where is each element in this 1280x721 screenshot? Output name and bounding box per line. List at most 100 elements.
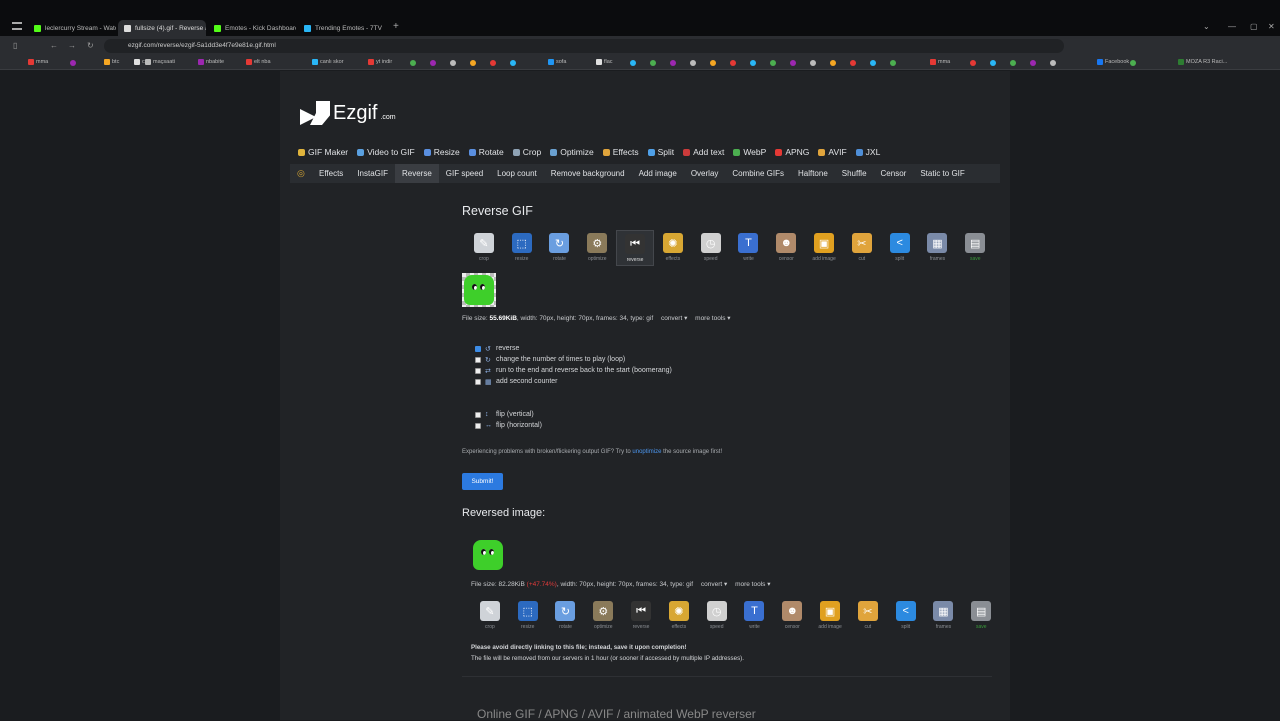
sub-nav-combine-gifs[interactable]: Combine GIFs — [725, 164, 791, 183]
bookmark-favicon-icon[interactable] — [1050, 60, 1056, 66]
browser-tab[interactable]: Trending Emotes - 7TV — [298, 20, 388, 36]
main-nav-avif[interactable]: AVIF — [818, 147, 847, 157]
bookmark-favicon-icon[interactable] — [810, 60, 816, 66]
main-nav-resize[interactable]: Resize — [423, 147, 460, 157]
back-button[interactable]: ← — [50, 41, 58, 50]
result-tool-reverse[interactable]: ⏮ reverse — [622, 598, 660, 634]
sub-nav-loop-count[interactable]: Loop count — [490, 164, 544, 183]
bookmark-favicon-icon[interactable] — [510, 60, 516, 66]
bookmark-favicon-icon[interactable] — [710, 60, 716, 66]
tool-frames[interactable]: ▦ frames — [919, 230, 957, 266]
bookmark-favicon-icon[interactable] — [430, 60, 436, 66]
tab-search-icon[interactable]: ⌄ — [1203, 22, 1210, 31]
sub-nav-static-to-gif[interactable]: Static to GIF — [913, 164, 971, 183]
tool-speed[interactable]: ◷ speed — [692, 230, 730, 266]
bookmark-favicon-icon[interactable] — [970, 60, 976, 66]
bookmark-item[interactable]: maçsaati — [145, 59, 175, 65]
option-checkbox[interactable] — [475, 378, 481, 385]
main-nav-effects[interactable]: Effects — [602, 147, 639, 157]
bookmark-item[interactable]: mma — [930, 59, 950, 65]
tool-rotate[interactable]: ↻ rotate — [541, 230, 579, 266]
sub-nav-instagif[interactable]: InstaGIF — [350, 164, 395, 183]
bookmark-favicon-icon[interactable] — [650, 60, 656, 66]
bookmark-favicon-icon[interactable] — [70, 60, 76, 66]
main-nav-video-to-gif[interactable]: Video to GIF — [357, 147, 415, 157]
sub-nav-gif-speed[interactable]: GIF speed — [439, 164, 490, 183]
bookmark-favicon-icon[interactable] — [630, 60, 636, 66]
bookmark-item[interactable]: canlı skor — [312, 59, 344, 65]
tool-reverse[interactable]: ⏮ reverse — [616, 230, 654, 266]
main-nav-gif-maker[interactable]: GIF Maker — [298, 147, 348, 157]
bookmark-item[interactable]: sofa — [548, 59, 566, 65]
tool-save[interactable]: ▤ save — [956, 230, 994, 266]
bookmark-item[interactable]: nbabite — [198, 59, 224, 65]
close-window-button[interactable]: ✕ — [1268, 22, 1275, 31]
bookmark-favicon-icon[interactable] — [870, 60, 876, 66]
option-checkbox[interactable] — [475, 356, 481, 363]
option-checkbox[interactable] — [475, 367, 481, 374]
sub-nav-censor[interactable]: Censor — [874, 164, 914, 183]
result-tool-rotate[interactable]: ↻ rotate — [547, 598, 585, 634]
unoptimize-link[interactable]: unoptimize — [632, 449, 661, 455]
submit-button[interactable]: Submit! — [462, 473, 503, 490]
bookmark-item[interactable]: btc — [104, 59, 119, 65]
bookmark-favicon-icon[interactable] — [850, 60, 856, 66]
result-tool-effects[interactable]: ✺ effects — [660, 598, 698, 634]
bookmark-item[interactable]: mma — [28, 59, 48, 65]
bookmark-favicon-icon[interactable] — [1010, 60, 1016, 66]
result-tool-crop[interactable]: ✎ crop — [471, 598, 509, 634]
sub-nav-effects[interactable]: Effects — [312, 164, 350, 183]
result-tool-add-image[interactable]: ▣ add image — [811, 598, 849, 634]
result-tool-censor[interactable]: ☻ censor — [773, 598, 811, 634]
minimize-button[interactable]: — — [1228, 22, 1236, 31]
option-checkbox[interactable] — [475, 422, 481, 429]
bookmark-item[interactable]: MOZA R3 Raci... — [1178, 59, 1227, 65]
result-tool-frames[interactable]: ▦ frames — [925, 598, 963, 634]
main-nav-split[interactable]: Split — [647, 147, 674, 157]
bookmark-item[interactable]: Facebook — [1097, 59, 1129, 65]
bookmark-favicon-icon[interactable] — [410, 60, 416, 66]
tool-optimize[interactable]: ⚙ optimize — [578, 230, 616, 266]
sub-nav-remove-background[interactable]: Remove background — [544, 164, 632, 183]
result-tool-cut[interactable]: ✂ cut — [849, 598, 887, 634]
new-tab-button[interactable]: + — [393, 21, 399, 32]
url-field[interactable]: ezgif.com/reverse/ezgif-5a1dd3e4f7e9e81e… — [104, 39, 1064, 53]
tool-write[interactable]: Twrite — [730, 230, 768, 266]
main-nav-webp[interactable]: WebP — [733, 147, 766, 157]
sidebar-toggle-icon[interactable]: ▯ — [13, 41, 17, 50]
result-tool-write[interactable]: Twrite — [736, 598, 774, 634]
tool-add-image[interactable]: ▣ add image — [805, 230, 843, 266]
sub-nav-reverse[interactable]: Reverse — [395, 164, 439, 183]
convert-dropdown[interactable]: convert ▾ — [661, 315, 687, 322]
tool-resize[interactable]: ⬚ resize — [503, 230, 541, 266]
bookmark-favicon-icon[interactable] — [890, 60, 896, 66]
option-checkbox[interactable] — [475, 411, 481, 418]
bookmark-item[interactable]: elt nba — [246, 59, 271, 65]
option-checkbox[interactable] — [475, 345, 481, 352]
bookmark-favicon-icon[interactable] — [1130, 60, 1136, 66]
bookmark-item[interactable]: yt indir — [368, 59, 392, 65]
tool-split[interactable]: < split — [881, 230, 919, 266]
tab-menu-icon[interactable] — [12, 22, 22, 30]
bookmark-favicon-icon[interactable] — [830, 60, 836, 66]
result-tool-save[interactable]: ▤ save — [962, 598, 1000, 634]
result-convert-dropdown[interactable]: convert ▾ — [701, 581, 727, 588]
reload-button[interactable]: ↻ — [87, 41, 94, 50]
browser-tab[interactable]: fullsize (4).gif - Reverse ani✕ — [118, 20, 206, 36]
bookmark-favicon-icon[interactable] — [690, 60, 696, 66]
forward-button[interactable]: → — [68, 41, 76, 50]
tool-crop[interactable]: ✎ crop — [465, 230, 503, 266]
site-logo[interactable]: Ezgif .com — [300, 101, 396, 125]
browser-tab[interactable]: Emotes - Kick Dashboard — [208, 20, 296, 36]
result-more-tools-dropdown[interactable]: more tools ▾ — [735, 581, 770, 588]
sub-nav-overlay[interactable]: Overlay — [684, 164, 726, 183]
sub-nav-shuffle[interactable]: Shuffle — [835, 164, 874, 183]
bookmark-favicon-icon[interactable] — [790, 60, 796, 66]
maximize-button[interactable]: ▢ — [1250, 22, 1258, 31]
bookmark-item[interactable]: flac — [596, 59, 613, 65]
bookmark-favicon-icon[interactable] — [750, 60, 756, 66]
main-nav-rotate[interactable]: Rotate — [468, 147, 504, 157]
tool-effects[interactable]: ✺ effects — [654, 230, 692, 266]
tool-censor[interactable]: ☻ censor — [767, 230, 805, 266]
bookmark-favicon-icon[interactable] — [490, 60, 496, 66]
